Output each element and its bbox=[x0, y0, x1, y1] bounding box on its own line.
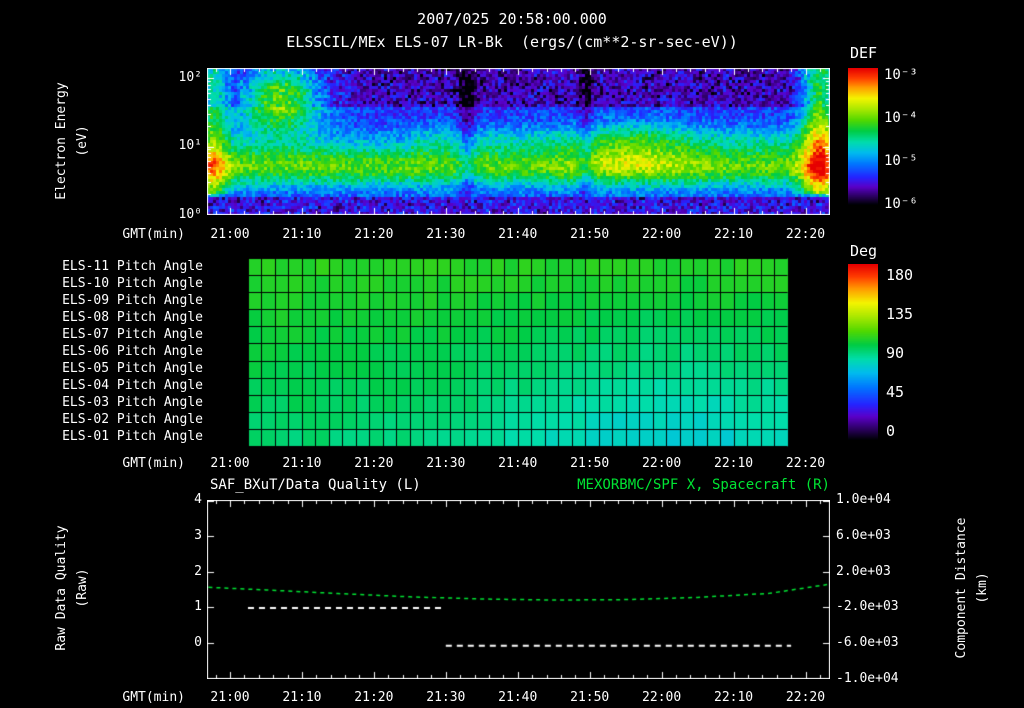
def-colorbar-tick-label: 10⁻⁶ bbox=[884, 196, 918, 212]
quality-y-tick-label: 3 bbox=[194, 528, 202, 543]
x-tick-label: 21:40 bbox=[498, 456, 538, 471]
x-tick-label: 21:20 bbox=[354, 690, 394, 705]
spectrogram-y-tick-label: 10¹ bbox=[178, 138, 202, 153]
x-tick-label: 21:00 bbox=[210, 227, 250, 242]
deg-colorbar-title: Deg bbox=[850, 242, 878, 260]
timestamp-title: 2007/025 20:58:00.000 bbox=[417, 10, 607, 28]
quality-y-tick-label: 4 bbox=[194, 492, 202, 507]
x-tick-label: 21:20 bbox=[354, 456, 394, 471]
pitch-row-label: ELS-06 Pitch Angle bbox=[62, 343, 203, 359]
x-tick-label: 21:50 bbox=[570, 227, 610, 242]
x-tick-label: 22:20 bbox=[785, 690, 826, 705]
pitch-row-label: ELS-02 Pitch Angle bbox=[62, 412, 203, 428]
bottom-right-title: MEXORBMC/SPF X, Spacecraft (R) bbox=[577, 477, 830, 493]
x-axis-title: GMT(min) bbox=[122, 227, 185, 242]
x-tick-label: 21:30 bbox=[426, 227, 466, 242]
x-tick-label: 21:20 bbox=[354, 227, 394, 242]
x-axis-title: GMT(min) bbox=[122, 456, 185, 471]
distance-y-axis-title: Component Distance (km) bbox=[951, 518, 993, 659]
x-tick-label: 22:10 bbox=[713, 456, 754, 471]
def-colorbar-tick-label: 10⁻⁵ bbox=[884, 153, 918, 169]
x-tick-label: 22:20 bbox=[785, 227, 826, 242]
bottom-left-title: SAF_BXuT/Data Quality (L) bbox=[210, 477, 421, 493]
deg-colorbar-tick-label: 180 bbox=[886, 266, 914, 284]
pitch-row-label: ELS-08 Pitch Angle bbox=[62, 309, 203, 325]
x-tick-label: 21:10 bbox=[282, 690, 322, 705]
plot-screen: 2007/025 20:58:00.000 ELSSCIL/MEx ELS-07… bbox=[0, 0, 1024, 708]
x-tick-label: 22:00 bbox=[642, 456, 682, 471]
spectrogram-y-axis-title-line2: (eV) bbox=[75, 125, 90, 157]
spectrogram-y-tick-label: 10² bbox=[178, 70, 202, 85]
quality-y-axis-title-line2: (Raw) bbox=[75, 568, 90, 608]
x-tick-label: 21:10 bbox=[282, 227, 322, 242]
x-tick-label: 21:50 bbox=[570, 456, 610, 471]
pitch-row-label: ELS-01 Pitch Angle bbox=[62, 429, 203, 445]
distance-y-axis-title-line2: (km) bbox=[975, 572, 990, 604]
x-tick-label: 21:50 bbox=[570, 690, 610, 705]
distance-y-tick-label: -1.0e+04 bbox=[836, 671, 899, 686]
pitch-row-label: ELS-03 Pitch Angle bbox=[62, 395, 203, 411]
spectrogram-y-axis-title: Electron Energy (eV) bbox=[51, 82, 93, 199]
deg-colorbar-tick-label: 0 bbox=[886, 422, 896, 440]
pitch-angle-grid-canvas bbox=[207, 256, 830, 448]
def-colorbar-tick-label: 10⁻³ bbox=[884, 67, 918, 83]
x-tick-label: 21:30 bbox=[426, 690, 466, 705]
x-axis-title: GMT(min) bbox=[122, 690, 185, 705]
distance-y-tick-label: -6.0e+03 bbox=[836, 635, 899, 650]
quality-y-axis-title-line1: Raw Data Quality bbox=[54, 525, 69, 651]
distance-y-axis-title-line1: Component Distance bbox=[954, 517, 969, 659]
deg-colorbar-tick-label: 135 bbox=[886, 305, 914, 323]
quality-y-axis-title: Raw Data Quality (Raw) bbox=[51, 525, 93, 650]
quality-y-tick-label: 0 bbox=[194, 635, 202, 650]
quality-y-tick-label: 1 bbox=[194, 599, 202, 614]
pitch-row-label: ELS-09 Pitch Angle bbox=[62, 292, 203, 308]
distance-y-tick-label: 2.0e+03 bbox=[836, 564, 891, 579]
distance-y-tick-label: -2.0e+03 bbox=[836, 599, 899, 614]
x-tick-label: 21:00 bbox=[210, 456, 250, 471]
distance-y-tick-label: 6.0e+03 bbox=[836, 528, 891, 543]
x-tick-label: 21:30 bbox=[426, 456, 466, 471]
x-tick-label: 21:40 bbox=[498, 227, 538, 242]
pitch-row-label: ELS-04 Pitch Angle bbox=[62, 378, 203, 394]
def-colorbar-tick-label: 10⁻⁴ bbox=[884, 110, 918, 126]
x-tick-label: 22:00 bbox=[642, 227, 682, 242]
x-tick-label: 21:10 bbox=[282, 456, 322, 471]
pitch-row-label: ELS-05 Pitch Angle bbox=[62, 361, 203, 377]
quality-distance-plot-canvas bbox=[207, 500, 830, 679]
x-tick-label: 22:20 bbox=[785, 456, 826, 471]
def-colorbar-gradient bbox=[848, 68, 878, 205]
x-tick-label: 22:00 bbox=[642, 690, 682, 705]
def-colorbar-title: DEF bbox=[850, 44, 878, 62]
pitch-row-label: ELS-07 Pitch Angle bbox=[62, 326, 203, 342]
x-tick-label: 21:40 bbox=[498, 690, 538, 705]
spectrogram-y-tick-label: 10⁰ bbox=[178, 207, 202, 222]
deg-colorbar-tick-label: 90 bbox=[886, 344, 905, 362]
deg-colorbar-tick-label: 45 bbox=[886, 383, 905, 401]
x-tick-label: 22:10 bbox=[713, 690, 754, 705]
pitch-row-label: ELS-11 Pitch Angle bbox=[62, 258, 203, 274]
deg-colorbar-gradient bbox=[848, 264, 878, 440]
x-tick-label: 22:10 bbox=[713, 227, 754, 242]
x-tick-label: 21:00 bbox=[210, 690, 250, 705]
spectrogram-y-axis-title-line1: Electron Energy bbox=[54, 82, 69, 200]
pitch-row-label: ELS-10 Pitch Angle bbox=[62, 275, 203, 291]
electron-spectrogram-canvas bbox=[207, 68, 830, 215]
distance-y-tick-label: 1.0e+04 bbox=[836, 492, 891, 507]
quality-y-tick-label: 2 bbox=[194, 564, 202, 579]
